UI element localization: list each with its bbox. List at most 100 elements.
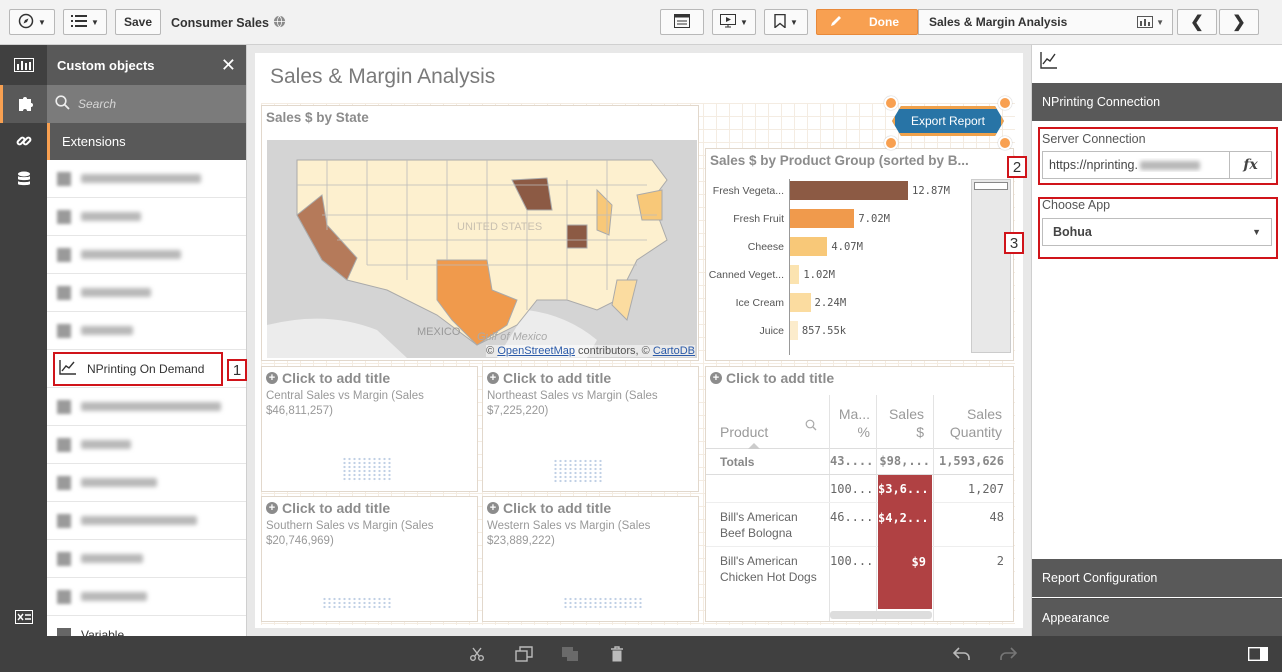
column-header-margin[interactable]: Ma... % [830,405,870,441]
cell-sales-highlight: $9 [878,547,932,609]
chart-scrollbar-minimap[interactable] [971,179,1011,353]
resize-handle-top-left[interactable] [884,96,898,110]
server-url-redacted [1139,160,1200,170]
undo-icon[interactable] [950,643,974,665]
next-sheet-button[interactable]: ❯ [1219,9,1259,35]
extension-item-variable[interactable]: Variable [47,616,246,636]
cell-margin: 100... [830,554,874,568]
scatter-card-western[interactable]: + Click to add title Western Sales vs Mar… [482,496,699,622]
resize-handle-bottom-left[interactable] [884,136,898,150]
expression-fx-button[interactable]: fx [1229,152,1271,178]
delete-icon[interactable] [605,643,629,665]
export-report-object[interactable]: Export Report [884,96,1012,150]
cartodb-link[interactable]: CartoDB [653,345,695,357]
server-connection-field[interactable]: https://nprinting. fx [1042,151,1272,179]
data-manager-button[interactable] [660,9,704,35]
sheet-title-selector[interactable]: Sales & Margin Analysis ▼ [918,9,1173,35]
extension-item[interactable] [47,236,246,274]
extension-item[interactable] [47,578,246,616]
openstreetmap-link[interactable]: OpenStreetMap [497,345,575,357]
section-nprinting-connection[interactable]: NPrinting Connection [1032,83,1282,121]
scatter-card-central[interactable]: + Click to add title Central Sales vs Mar… [261,366,478,492]
extension-item-nprinting[interactable]: NPrinting On Demand [47,350,246,388]
toggle-properties-icon[interactable] [1246,643,1270,665]
extension-item[interactable] [47,502,246,540]
redo-icon[interactable] [996,643,1020,665]
attribution-copyright: © [486,345,495,357]
section-appearance[interactable]: Appearance [1032,598,1282,636]
bar-value-label: 4.07M [831,241,863,253]
column-header-quantity[interactable]: Sales Quantity [934,405,1002,441]
fields-tab[interactable] [0,161,47,199]
search-input[interactable] [78,97,228,111]
extensions-category[interactable]: Extensions [47,123,246,160]
bookmark-button[interactable]: ▼ [764,9,808,35]
add-title-button[interactable]: + Click to add title [487,500,611,516]
done-button[interactable]: Done [816,9,918,35]
plus-icon: + [487,502,499,514]
extension-icon [57,323,71,338]
extension-item[interactable] [47,160,246,198]
minimap-thumb[interactable] [974,182,1008,190]
previous-sheet-button[interactable]: ❮ [1177,9,1217,35]
copy-icon[interactable] [512,643,536,665]
map-view[interactable]: UNITED STATES MEXICO Gulf of Mexico © Op… [267,140,697,358]
global-menu-button[interactable]: ▼ [63,9,107,35]
table-header-row: Product Ma... % Sales $ Sales Quantity [706,395,1013,449]
top-toolbar: ▼ ▼ Save Consumer Sales ▼ ▼ Done Sales &… [0,0,1282,45]
bar[interactable] [790,181,908,200]
paste-icon[interactable] [558,643,582,665]
charts-tab[interactable] [0,47,47,85]
map-object[interactable]: Sales $ by State UNITED STATES MEXICO Gu… [261,105,699,361]
extension-item[interactable] [47,426,246,464]
save-button[interactable]: Save [115,9,161,35]
add-title-button[interactable]: + Click to add title [266,370,390,386]
resize-handle-top-right[interactable] [998,96,1012,110]
choose-app-dropdown[interactable]: Bohua ▼ [1042,218,1272,246]
custom-objects-tab[interactable] [0,85,47,123]
bar[interactable] [790,293,811,312]
master-items-tab[interactable] [0,123,47,161]
add-title-label: Click to add title [503,500,612,516]
search-icon[interactable] [805,419,817,434]
column-header-sales[interactable]: Sales $ [878,405,924,441]
line-chart-icon [1040,51,1058,72]
extension-item[interactable] [47,464,246,502]
table-row[interactable]: Bill's American Beef Bologna 46.... $4,2… [706,503,1013,547]
scatter-card-southern[interactable]: + Click to add title Southern Sales vs Ma… [261,496,478,622]
extension-item[interactable] [47,274,246,312]
panel-title: Custom objects [57,57,155,73]
close-icon[interactable]: ✕ [221,55,236,76]
table-row[interactable]: Bill's American Chicken Hot Dogs 100... … [706,547,1013,609]
extension-item[interactable] [47,540,246,578]
extension-item[interactable] [47,198,246,236]
export-report-button[interactable]: Export Report [892,106,1004,136]
server-connection-value[interactable]: https://nprinting. [1043,158,1229,172]
scatter-card-northeast[interactable]: + Click to add title Northeast Sales vs M… [482,366,699,492]
bar[interactable] [790,237,828,256]
extension-item[interactable] [47,388,246,426]
totals-margin: 43.... [830,454,874,468]
section-report-configuration[interactable]: Report Configuration [1032,559,1282,597]
table-object[interactable]: + Click to add title Product Ma... % Sale… [705,366,1014,622]
add-title-button[interactable]: + Click to add title [710,370,834,386]
navigation-menu-button[interactable]: ▼ [9,9,55,35]
table-row[interactable]: 100... $3,6... 1,207 [706,475,1013,503]
bar[interactable] [790,265,800,284]
cut-icon[interactable] [465,643,489,665]
column-header-product[interactable]: Product [720,423,768,441]
bar[interactable] [790,209,855,228]
extension-item[interactable] [47,312,246,350]
chevron-down-icon: ▼ [740,17,748,27]
bar-plot-area: Fresh Vegeta... 12.87M Fresh Fruit 7.02M Che… [706,179,971,359]
resize-handle-bottom-right[interactable] [998,136,1012,150]
variables-tab[interactable] [0,599,47,637]
table-scrollbar[interactable] [830,611,932,619]
add-title-button[interactable]: + Click to add title [266,500,390,516]
table-icon [674,13,690,31]
present-button[interactable]: ▼ [712,9,756,35]
add-title-button[interactable]: + Click to add title [487,370,611,386]
extension-name-redacted [81,174,201,183]
bar[interactable] [790,321,798,340]
bar-chart-object[interactable]: Sales $ by Product Group (sorted by B...… [705,148,1014,361]
